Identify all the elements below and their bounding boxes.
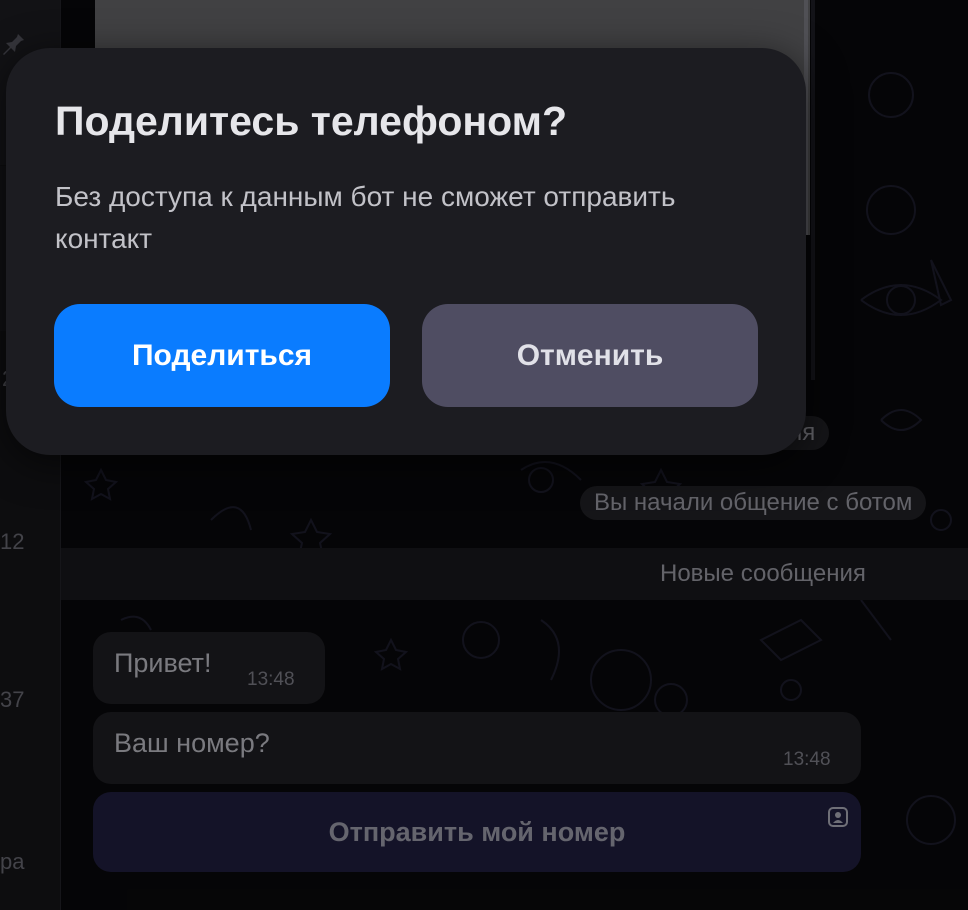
share-button[interactable]: Поделиться xyxy=(54,304,390,407)
cancel-button[interactable]: Отменить xyxy=(422,304,758,407)
share-phone-dialog: Поделитесь телефоном? Без доступа к данн… xyxy=(6,48,806,455)
dialog-description: Без доступа к данным бот не сможет отпра… xyxy=(55,181,676,254)
dialog-title: Поделитесь телефоном? xyxy=(55,98,567,144)
